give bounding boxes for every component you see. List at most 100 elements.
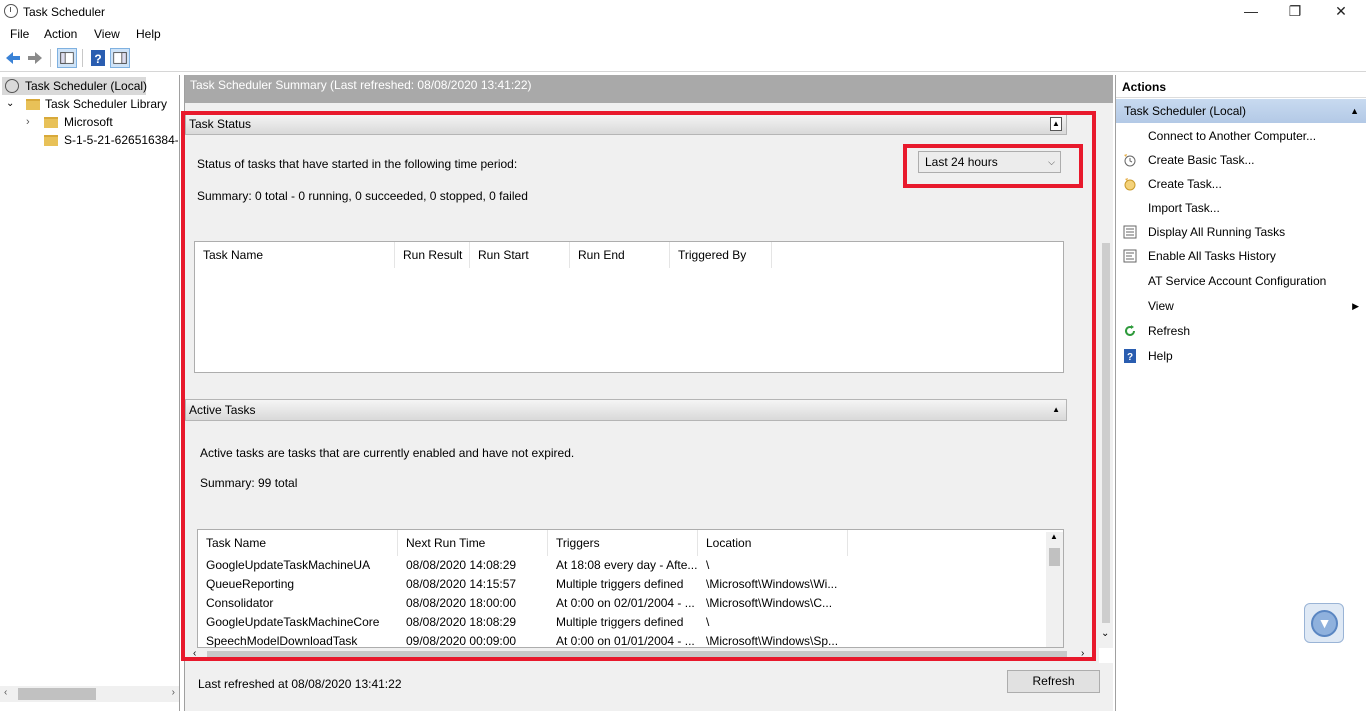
table-cell[interactable]: SpeechModelDownloadTask [198,632,398,647]
svg-text:?: ? [94,52,101,66]
toolbar-divider [82,49,83,67]
chevron-down-icon: ⌵ [1048,157,1055,167]
expand-chevron-icon[interactable]: ⌄ [6,95,14,113]
table-cell[interactable]: \Microsoft\Windows\Wi... [698,575,848,594]
column-header[interactable]: Run Result [395,242,470,268]
summary-pane: Task Scheduler Summary (Last refreshed: … [184,75,1113,711]
scrollbar-thumb[interactable] [18,688,96,700]
action-label: Help [1148,349,1173,363]
list-vertical-scrollbar[interactable]: ▲ [1046,532,1063,647]
summary-horizontal-scrollbar[interactable]: ‹ › [185,648,1099,663]
scroll-left-icon[interactable]: ‹ [193,648,196,659]
refresh-icon [1125,325,1135,336]
table-cell[interactable]: Consolidator [198,594,398,613]
scroll-down-icon[interactable]: ⌄ [1101,628,1109,639]
table-cell[interactable]: \Microsoft\Windows\Sp... [698,632,848,647]
minimize-button[interactable]: — [1228,0,1274,24]
action-label: Connect to Another Computer... [1148,129,1317,143]
actions-section-local[interactable]: Task Scheduler (Local) ▲ [1116,99,1366,123]
collapse-icon[interactable]: ▲ [1050,117,1062,131]
restore-button[interactable]: ❐ [1272,0,1318,24]
close-button[interactable]: ✕ [1318,0,1364,24]
action-label: Refresh [1148,324,1191,338]
table-cell[interactable]: \ [698,613,848,632]
column-header[interactable]: Location [698,530,848,556]
column-header[interactable]: Task Name [198,530,398,556]
menu-action[interactable]: Action [44,27,77,41]
table-cell[interactable]: 08/08/2020 14:15:57 [398,575,548,594]
action-enable-history[interactable]: Enable All Tasks History [1116,245,1366,267]
column-header[interactable]: Task Name [195,242,395,268]
action-import-task[interactable]: Import Task... [1116,197,1366,219]
table-cell[interactable]: Multiple triggers defined [548,613,698,632]
tree-item-microsoft[interactable]: › Microsoft [26,113,176,131]
table-cell[interactable]: At 0:00 on 02/01/2004 - ... [548,594,698,613]
menu-file[interactable]: File [10,27,29,41]
table-cell[interactable]: At 0:00 on 01/01/2004 - ... [548,632,698,647]
tree-item-library[interactable]: ⌄ Task Scheduler Library [6,95,176,113]
floating-download-button[interactable]: ▼ [1304,603,1344,643]
task-status-list[interactable]: Task Name Run Result Run Start Run End T… [194,241,1064,373]
menu-help[interactable]: Help [136,27,161,41]
help-icon: ? [1124,349,1136,363]
task-status-header[interactable]: Task Status ▲ [185,113,1067,135]
column-header[interactable]: Triggers [548,530,698,556]
period-label: Status of tasks that have started in the… [197,157,518,171]
table-cell[interactable]: 08/08/2020 18:08:29 [398,613,548,632]
active-tasks-list[interactable]: Task Name Next Run Time Triggers Locatio… [197,529,1064,648]
collapse-chevron-icon[interactable]: › [26,113,30,131]
table-cell[interactable]: At 18:08 every day - Afte... [548,556,698,575]
action-label: Import Task... [1148,201,1220,215]
show-hide-console-tree-icon[interactable] [57,48,77,68]
table-cell[interactable]: Multiple triggers defined [548,575,698,594]
tree-item-local[interactable]: Task Scheduler (Local) [2,77,148,95]
action-label: AT Service Account Configuration [1148,274,1327,288]
table-cell[interactable]: \Microsoft\Windows\C... [698,594,848,613]
menu-view[interactable]: View [94,27,120,41]
scroll-left-icon[interactable]: ‹ [4,687,7,698]
refresh-button[interactable]: Refresh [1007,670,1100,693]
tree-item-label: Task Scheduler (Local) [25,79,148,93]
table-cell[interactable]: \ [698,556,848,575]
table-cell[interactable]: GoogleUpdateTaskMachineCore [198,613,398,632]
tree-item-label: Task Scheduler Library [45,97,168,111]
action-create-basic-task[interactable]: Create Basic Task... [1116,149,1366,171]
scroll-right-icon[interactable]: › [172,687,175,698]
action-help[interactable]: ? Help [1116,345,1366,367]
horizontal-scrollbar[interactable]: ‹ › [0,686,179,702]
back-arrow-icon[interactable] [3,48,23,68]
column-header[interactable]: Triggered By [670,242,772,268]
action-view[interactable]: View ▶ [1116,295,1366,317]
action-create-task[interactable]: Create Task... [1116,173,1366,195]
scrollbar-thumb[interactable] [1102,243,1110,623]
table-cell[interactable]: 09/08/2020 00:09:00 [398,632,548,647]
action-connect-computer[interactable]: Connect to Another Computer... [1116,125,1366,147]
time-period-dropdown[interactable]: Last 24 hours ⌵ [918,151,1061,173]
scroll-right-icon[interactable]: › [1081,648,1084,659]
table-cell[interactable]: GoogleUpdateTaskMachineUA [198,556,398,575]
show-hide-action-pane-icon[interactable] [110,48,130,68]
window-title: Task Scheduler [23,5,106,19]
help-icon[interactable]: ? [88,48,108,68]
column-header[interactable]: Run End [570,242,670,268]
action-display-running[interactable]: Display All Running Tasks [1116,221,1366,243]
task-status-summary: Summary: 0 total - 0 running, 0 succeede… [197,189,528,203]
collapse-icon[interactable]: ▲ [1350,99,1359,123]
collapse-icon[interactable]: ▲ [1052,403,1060,417]
table-cell[interactable]: 08/08/2020 14:08:29 [398,556,548,575]
action-refresh[interactable]: Refresh [1116,320,1366,342]
toolbar-divider [50,49,51,67]
table-cell[interactable]: 08/08/2020 18:00:00 [398,594,548,613]
table-cell[interactable]: QueueReporting [198,575,398,594]
tree-item-sid[interactable]: S-1-5-21-626516384-1 [26,131,178,149]
active-tasks-header[interactable]: Active Tasks ▲ [185,399,1067,421]
summary-vertical-scrollbar[interactable]: ⌄ [1099,103,1113,648]
folder-icon [44,117,58,128]
column-header[interactable]: Next Run Time [398,530,548,556]
scroll-up-icon[interactable]: ▲ [1050,532,1058,541]
forward-arrow-icon[interactable] [25,48,45,68]
scrollbar-thumb[interactable] [1049,548,1060,566]
action-at-service-config[interactable]: AT Service Account Configuration [1116,270,1366,292]
column-header[interactable]: Run Start [470,242,570,268]
scrollbar-thumb[interactable] [207,651,1067,660]
